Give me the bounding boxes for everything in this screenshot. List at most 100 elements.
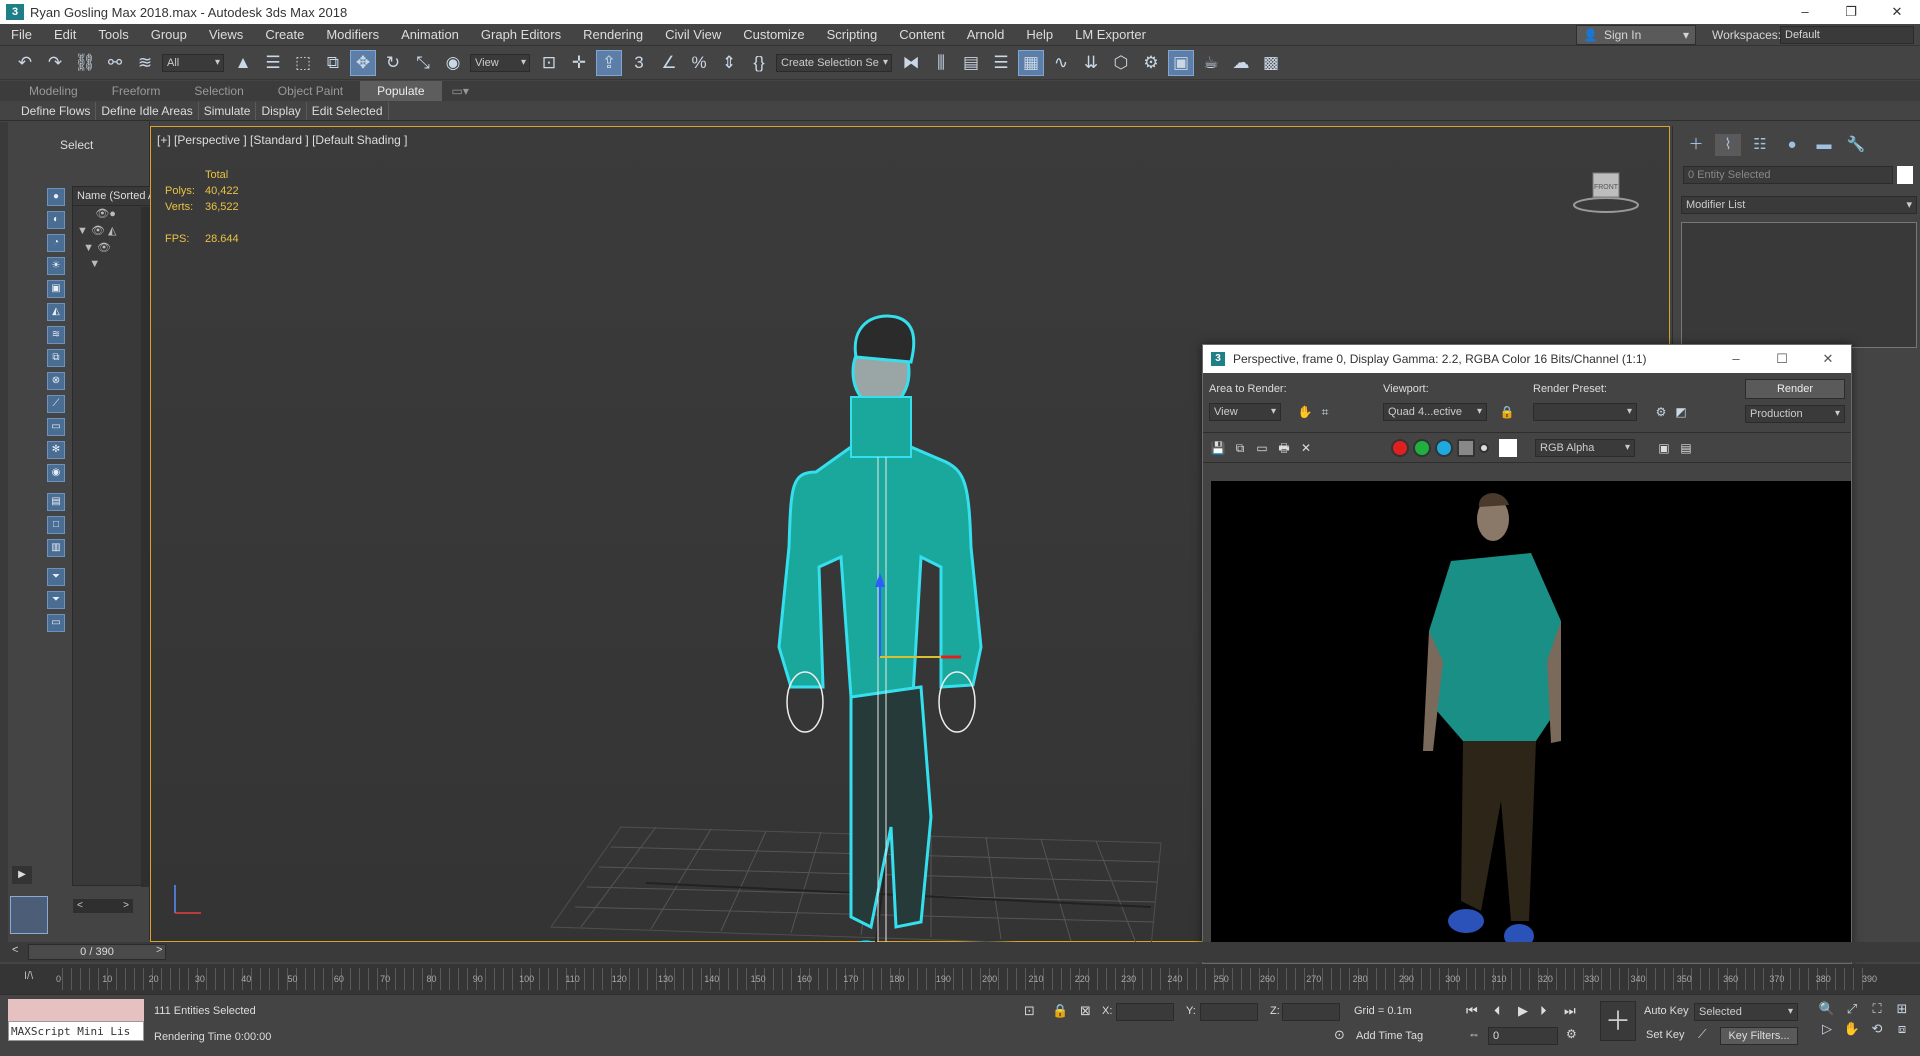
pan-icon[interactable]: ✋ bbox=[1841, 1021, 1863, 1041]
edit-named-selection-icon[interactable]: {} bbox=[746, 50, 772, 76]
display-helpers-icon[interactable]: ◭ bbox=[47, 303, 65, 321]
filter-icon[interactable]: ⏷ bbox=[47, 591, 65, 609]
redo-icon[interactable]: ↷ bbox=[42, 50, 68, 76]
menu-civil-view[interactable]: Civil View bbox=[654, 24, 732, 46]
funnel-icon[interactable]: ⏷ bbox=[47, 568, 65, 586]
auto-key-button[interactable]: Auto Key bbox=[1644, 1005, 1689, 1017]
mono-channel-toggle[interactable] bbox=[1479, 443, 1489, 453]
object-name-field[interactable]: 0 Entity Selected bbox=[1683, 166, 1893, 184]
area-to-render-dropdown[interactable]: View bbox=[1209, 403, 1281, 421]
layer-icon[interactable]: ▭ bbox=[47, 614, 65, 632]
curve-editor-icon[interactable]: ∿ bbox=[1048, 50, 1074, 76]
tree-row[interactable]: ▼ bbox=[73, 257, 151, 274]
zoom-all-icon[interactable]: ⤢ bbox=[1841, 1001, 1863, 1021]
menu-views[interactable]: Views bbox=[198, 24, 254, 46]
display-cameras-icon[interactable]: ▣ bbox=[47, 280, 65, 298]
tree-row[interactable]: ▼ 👁 ◭ bbox=[73, 223, 151, 240]
time-next-button[interactable]: > bbox=[156, 944, 162, 956]
object-color-swatch[interactable] bbox=[1897, 166, 1913, 184]
scroll-right-icon[interactable]: > bbox=[123, 899, 129, 913]
angle-snap-icon[interactable]: ∠ bbox=[656, 50, 682, 76]
x-coordinate-field[interactable] bbox=[1116, 1003, 1174, 1021]
key-filters-button[interactable]: Key Filters... bbox=[1720, 1027, 1798, 1045]
display-xrefs-icon[interactable]: ⊗ bbox=[47, 372, 65, 390]
menu-content[interactable]: Content bbox=[888, 24, 956, 46]
zoom-icon[interactable]: 🔍 bbox=[1816, 1001, 1838, 1021]
render-setup-icon[interactable]: ⚙ bbox=[1653, 404, 1669, 420]
invert-display-icon[interactable]: ▥ bbox=[47, 539, 65, 557]
material-editor-icon[interactable]: ⬡ bbox=[1108, 50, 1134, 76]
set-key-button[interactable]: Set Key bbox=[1646, 1029, 1685, 1041]
z-coordinate-field[interactable] bbox=[1282, 1003, 1340, 1021]
maximize-viewport-icon[interactable]: ⧈ bbox=[1891, 1021, 1913, 1041]
select-and-move-icon[interactable]: ✥ bbox=[350, 49, 376, 76]
simulate-button[interactable]: Simulate bbox=[199, 101, 257, 120]
time-slider[interactable]: 0 / 390 bbox=[28, 944, 166, 960]
tab-populate[interactable]: Populate bbox=[360, 81, 442, 101]
modify-tab-icon[interactable]: ⌇ bbox=[1715, 134, 1741, 156]
render-maximize-button[interactable]: ☐ bbox=[1759, 345, 1805, 373]
toggle-ui-icon[interactable]: ▣ bbox=[1655, 439, 1673, 457]
hierarchy-tab-icon[interactable]: ☷ bbox=[1747, 134, 1773, 156]
scene-explorer-icon[interactable]: ▤ bbox=[958, 50, 984, 76]
menu-graph-editors[interactable]: Graph Editors bbox=[470, 24, 572, 46]
next-frame-icon[interactable]: ⏵ bbox=[1540, 1003, 1547, 1019]
unlink-icon[interactable]: ⚯ bbox=[102, 50, 128, 76]
display-shapes-icon[interactable]: ◔ bbox=[47, 234, 65, 252]
selection-lock-icon[interactable]: 🔒 bbox=[1052, 1003, 1068, 1019]
display-lights-icon[interactable]: ☀ bbox=[47, 257, 65, 275]
close-button[interactable]: ✕ bbox=[1874, 0, 1920, 24]
tab-freeform[interactable]: Freeform bbox=[95, 81, 178, 101]
absolute-mode-icon[interactable]: ⊠ bbox=[1080, 1003, 1091, 1019]
copy-image-icon[interactable]: ⧉ bbox=[1231, 439, 1249, 457]
maxscript-output[interactable] bbox=[8, 999, 144, 1021]
render-setup-icon[interactable]: ⚙ bbox=[1138, 50, 1164, 76]
go-to-start-icon[interactable]: ⏮ bbox=[1466, 1003, 1478, 1019]
set-keys-icon[interactable]: ＋ bbox=[1600, 1001, 1636, 1041]
display-frozen-icon[interactable]: ✻ bbox=[47, 441, 65, 459]
rendered-frame-window-icon[interactable]: ▣ bbox=[1168, 49, 1194, 76]
background-color-swatch[interactable] bbox=[1499, 439, 1517, 457]
display-tab-icon[interactable]: ▬ bbox=[1811, 134, 1837, 156]
display-none-2-icon[interactable]: □ bbox=[47, 516, 65, 534]
toggle-overlay-icon[interactable]: ▤ bbox=[1677, 439, 1695, 457]
y-coordinate-field[interactable] bbox=[1200, 1003, 1258, 1021]
clone-window-icon[interactable]: ▭ bbox=[1253, 439, 1271, 457]
edit-region-icon[interactable]: ✋ bbox=[1297, 404, 1313, 420]
undo-icon[interactable]: ↶ bbox=[12, 50, 38, 76]
tab-modeling[interactable]: Modeling bbox=[12, 81, 95, 101]
menu-file[interactable]: File bbox=[0, 24, 43, 46]
display-bones-icon[interactable]: ⟋ bbox=[47, 395, 65, 413]
selection-filter-dropdown[interactable]: All bbox=[162, 53, 224, 72]
field-of-view-icon[interactable]: ▷ bbox=[1816, 1021, 1838, 1041]
display-none-icon[interactable]: ● bbox=[47, 188, 65, 206]
key-mode-icon[interactable]: ⇔ bbox=[1468, 1027, 1480, 1041]
play-animation-icon[interactable]: ▶ bbox=[1518, 1003, 1528, 1019]
a360-gallery-icon[interactable]: ▩ bbox=[1258, 50, 1284, 76]
define-idle-areas-button[interactable]: Define Idle Areas bbox=[96, 101, 199, 120]
display-button[interactable]: Display bbox=[256, 101, 307, 120]
zoom-extents-icon[interactable]: ⛶ bbox=[1866, 1001, 1888, 1021]
lock-icon[interactable]: 🔒 bbox=[1499, 404, 1515, 420]
edit-selected-button[interactable]: Edit Selected bbox=[307, 101, 389, 120]
display-hidden-icon[interactable]: ◉ bbox=[47, 464, 65, 482]
select-manipulate-icon[interactable]: ✛ bbox=[566, 50, 592, 76]
viewport-dropdown[interactable]: Quad 4...ective bbox=[1383, 403, 1487, 421]
display-containers-icon[interactable]: ▭ bbox=[47, 418, 65, 436]
reference-coordinate-dropdown[interactable]: View bbox=[470, 53, 530, 72]
time-prev-button[interactable]: < bbox=[12, 944, 18, 956]
select-and-place-icon[interactable]: ◉ bbox=[440, 50, 466, 76]
mini-curve-editor-icon[interactable]: I/\ bbox=[24, 970, 33, 982]
menu-animation[interactable]: Animation bbox=[390, 24, 470, 46]
clear-image-icon[interactable]: ✕ bbox=[1297, 439, 1315, 457]
menu-lm-exporter[interactable]: LM Exporter bbox=[1064, 24, 1157, 46]
menu-help[interactable]: Help bbox=[1015, 24, 1064, 46]
restore-button[interactable]: ❐ bbox=[1828, 0, 1874, 24]
menu-scripting[interactable]: Scripting bbox=[816, 24, 889, 46]
display-all-icon[interactable]: ▤ bbox=[47, 493, 65, 511]
column-header-name[interactable]: Name (Sorted A bbox=[73, 187, 151, 206]
zoom-extents-all-icon[interactable]: ⊞ bbox=[1891, 1001, 1913, 1021]
key-filter-icon[interactable]: ⟋ bbox=[1698, 1027, 1706, 1042]
key-selection-dropdown[interactable]: Selected bbox=[1694, 1003, 1798, 1021]
blue-channel-toggle[interactable] bbox=[1435, 439, 1453, 457]
